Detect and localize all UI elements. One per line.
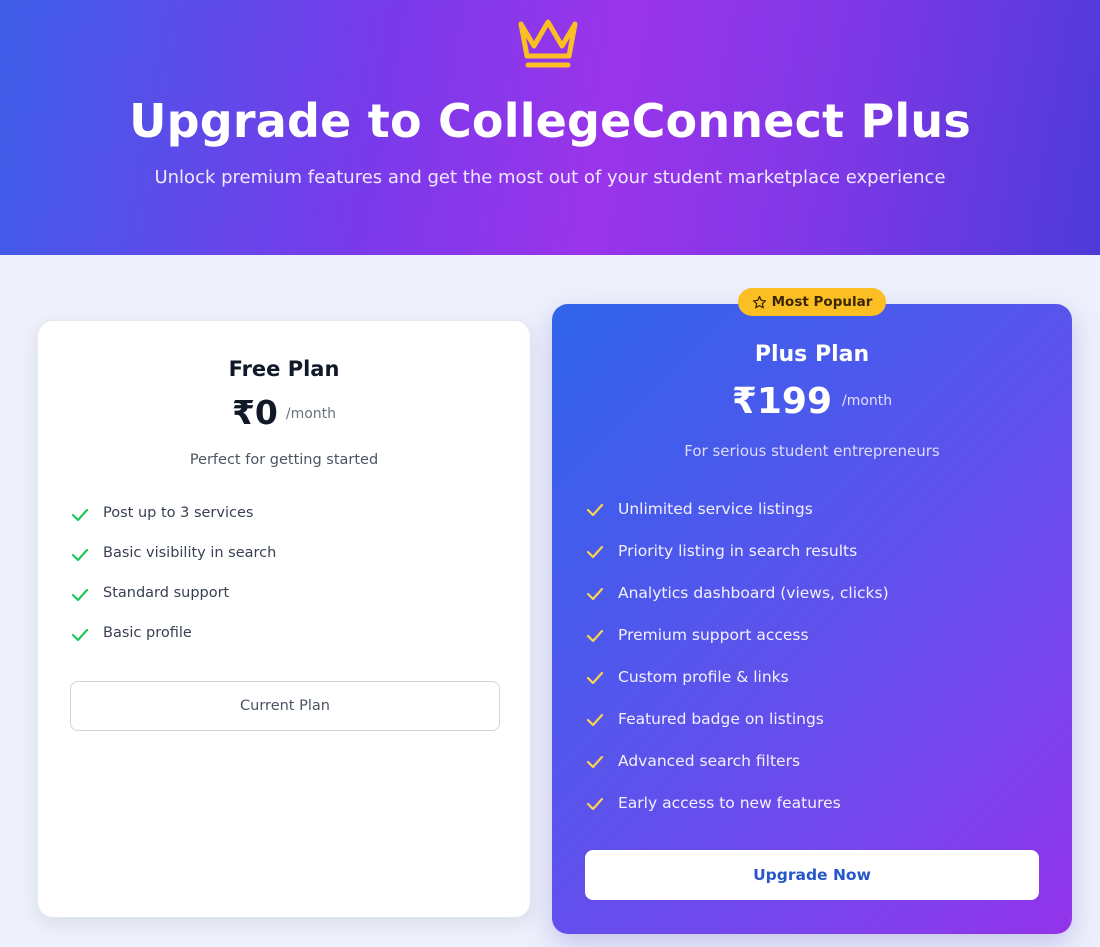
feature-item: Post up to 3 services <box>71 505 276 545</box>
feature-label: Analytics dashboard (views, clicks) <box>618 584 889 602</box>
feature-label: Featured badge on listings <box>618 710 824 728</box>
plus-plan-card: Most Popular Plus Plan ₹199 /month For s… <box>552 288 1072 934</box>
plus-plan-tagline: For serious student entrepreneurs <box>684 442 940 460</box>
check-icon <box>586 713 604 727</box>
free-plan-price-row: ₹0 /month <box>38 393 530 432</box>
feature-label: Premium support access <box>618 626 809 644</box>
feature-label: Basic profile <box>103 625 192 641</box>
free-plan-card: Free Plan ₹0 /month Perfect for getting … <box>37 320 531 918</box>
check-icon <box>586 797 604 811</box>
free-plan-price: ₹0 <box>231 393 278 432</box>
current-plan-button[interactable]: Current Plan <box>70 681 500 731</box>
check-icon <box>586 503 604 517</box>
check-icon <box>71 548 89 562</box>
feature-item: Basic profile <box>71 625 276 665</box>
feature-item: Featured badge on listings <box>586 710 889 752</box>
check-icon <box>586 587 604 601</box>
plus-plan-name: Plus Plan <box>754 342 870 367</box>
feature-item: Early access to new features <box>586 794 889 836</box>
feature-label: Unlimited service listings <box>618 500 813 518</box>
feature-item: Basic visibility in search <box>71 545 276 585</box>
plus-plan-feature-list: Unlimited service listings Priority list… <box>586 500 889 836</box>
check-icon <box>586 545 604 559</box>
badge-label: Most Popular <box>771 294 873 310</box>
feature-label: Priority listing in search results <box>618 542 858 560</box>
crown-icon <box>518 19 578 68</box>
free-plan-name: Free Plan <box>228 357 340 381</box>
feature-item: Analytics dashboard (views, clicks) <box>586 584 889 626</box>
feature-item: Premium support access <box>586 626 889 668</box>
plus-plan-price: ₹199 <box>731 381 833 422</box>
most-popular-badge: Most Popular <box>738 288 886 316</box>
hero-banner: Upgrade to CollegeConnect Plus Unlock pr… <box>0 0 1100 255</box>
feature-item: Priority listing in search results <box>586 542 889 584</box>
feature-label: Standard support <box>103 585 230 601</box>
free-plan-period: /month <box>285 406 337 422</box>
check-icon <box>71 628 89 642</box>
feature-item: Custom profile & links <box>586 668 889 710</box>
page-title: Upgrade to CollegeConnect Plus <box>129 94 971 148</box>
free-plan-tagline: Perfect for getting started <box>189 452 379 468</box>
feature-label: Custom profile & links <box>618 668 789 686</box>
plus-plan-period: /month <box>842 393 893 409</box>
check-icon <box>71 588 89 602</box>
star-icon <box>752 295 766 308</box>
check-icon <box>71 508 89 522</box>
upgrade-now-button[interactable]: Upgrade Now <box>585 850 1039 900</box>
page-subtitle: Unlock premium features and get the most… <box>154 167 946 188</box>
feature-label: Advanced search filters <box>618 752 801 770</box>
feature-item: Standard support <box>71 585 276 625</box>
feature-item: Unlimited service listings <box>586 500 889 542</box>
check-icon <box>586 755 604 769</box>
check-icon <box>586 671 604 685</box>
feature-label: Post up to 3 services <box>103 505 254 521</box>
plus-plan-price-row: ₹199 /month <box>552 381 1072 422</box>
feature-label: Early access to new features <box>618 794 841 812</box>
check-icon <box>586 629 604 643</box>
feature-label: Basic visibility in search <box>103 545 277 561</box>
feature-item: Advanced search filters <box>586 752 889 794</box>
free-plan-feature-list: Post up to 3 services Basic visibility i… <box>71 505 276 665</box>
